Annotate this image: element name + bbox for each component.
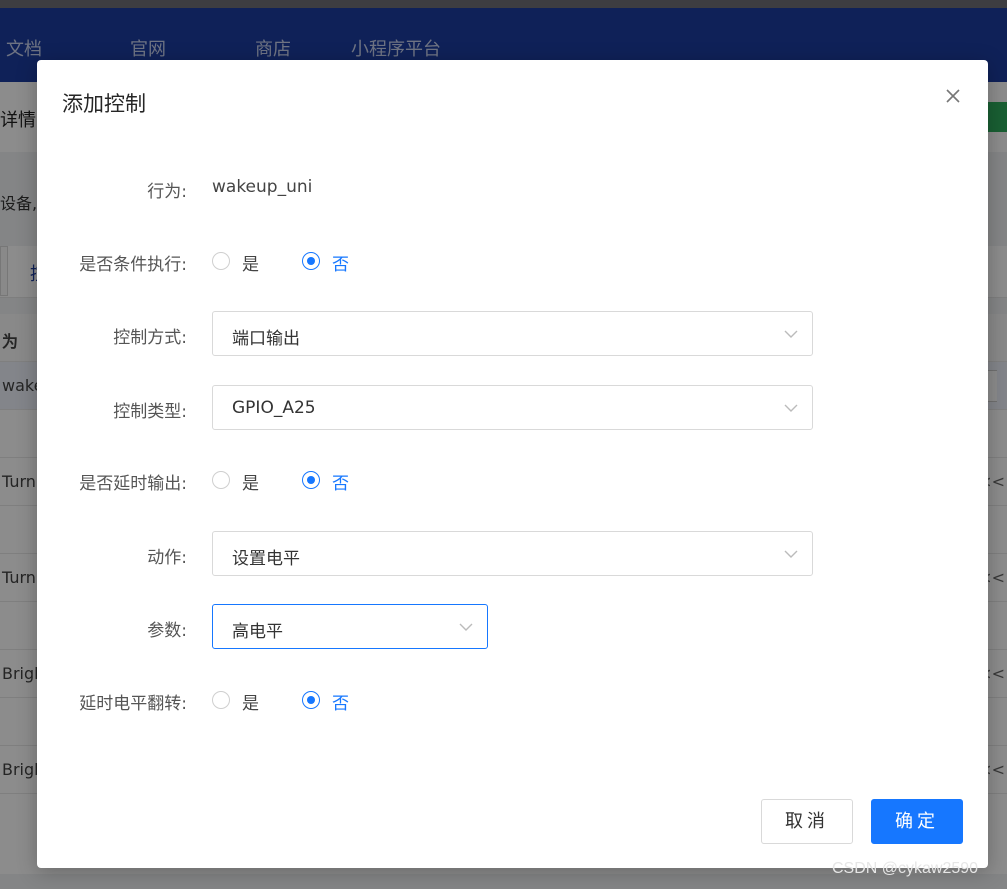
close-icon	[946, 89, 960, 103]
param-label: 参数:	[147, 621, 187, 641]
form-row-action: 动作: 设置电平	[37, 531, 988, 577]
form-row-param: 参数: 高电平	[37, 604, 988, 650]
behavior-label: 行为:	[147, 182, 187, 202]
radio-circle[interactable]	[212, 471, 230, 489]
control-type-label: 控制类型:	[113, 402, 187, 422]
delay-output-label: 是否延时输出:	[79, 474, 187, 494]
dialog-title: 添加控制	[62, 92, 146, 116]
action-label: 动作:	[147, 548, 187, 568]
action-select[interactable]: 设置电平	[212, 531, 813, 576]
add-control-dialog: 添加控制 行为: wakeup_uni 是否条件执行: 是 否 控制方式: 端口…	[37, 60, 988, 868]
chevron-down-icon	[784, 327, 798, 341]
radio-label: 是	[242, 694, 259, 714]
form-row-control-mode: 控制方式: 端口输出	[37, 311, 988, 357]
chevron-down-icon	[784, 401, 798, 415]
radio-circle[interactable]	[302, 471, 320, 489]
radio-label: 是	[242, 255, 259, 275]
behavior-value: wakeup_uni	[212, 177, 313, 197]
conditional-label: 是否条件执行:	[79, 255, 187, 275]
form-row-delay-flip: 延时电平翻转: 是 否	[37, 677, 988, 723]
radio-label: 否	[332, 474, 349, 494]
radio-label: 否	[332, 255, 349, 275]
radio-circle[interactable]	[302, 691, 320, 709]
cancel-button[interactable]: 取消	[761, 799, 853, 844]
param-select[interactable]: 高电平	[212, 604, 488, 649]
form-row-behavior: 行为: wakeup_uni	[37, 165, 988, 211]
form-row-delay-output: 是否延时输出: 是 否	[37, 457, 988, 503]
delay-flip-label: 延时电平翻转:	[79, 694, 187, 714]
control-mode-value: 端口输出	[232, 329, 300, 349]
form-row-conditional: 是否条件执行: 是 否	[37, 238, 988, 284]
control-mode-select[interactable]: 端口输出	[212, 311, 813, 356]
chevron-down-icon	[784, 547, 798, 561]
radio-label: 否	[332, 694, 349, 714]
radio-circle[interactable]	[212, 691, 230, 709]
param-value: 高电平	[232, 622, 283, 642]
action-value: 设置电平	[232, 549, 300, 569]
radio-circle[interactable]	[212, 252, 230, 270]
close-button[interactable]	[940, 83, 966, 109]
radio-label: 是	[242, 474, 259, 494]
chevron-down-icon	[459, 620, 473, 634]
form-row-control-type: 控制类型: GPIO_A25	[37, 385, 988, 431]
radio-circle[interactable]	[302, 252, 320, 270]
control-type-value: GPIO_A25	[232, 398, 316, 418]
control-type-select[interactable]: GPIO_A25	[212, 385, 813, 430]
ok-button[interactable]: 确定	[871, 799, 963, 844]
watermark: CSDN @cykaw2590	[832, 860, 979, 877]
control-mode-label: 控制方式:	[113, 328, 187, 348]
